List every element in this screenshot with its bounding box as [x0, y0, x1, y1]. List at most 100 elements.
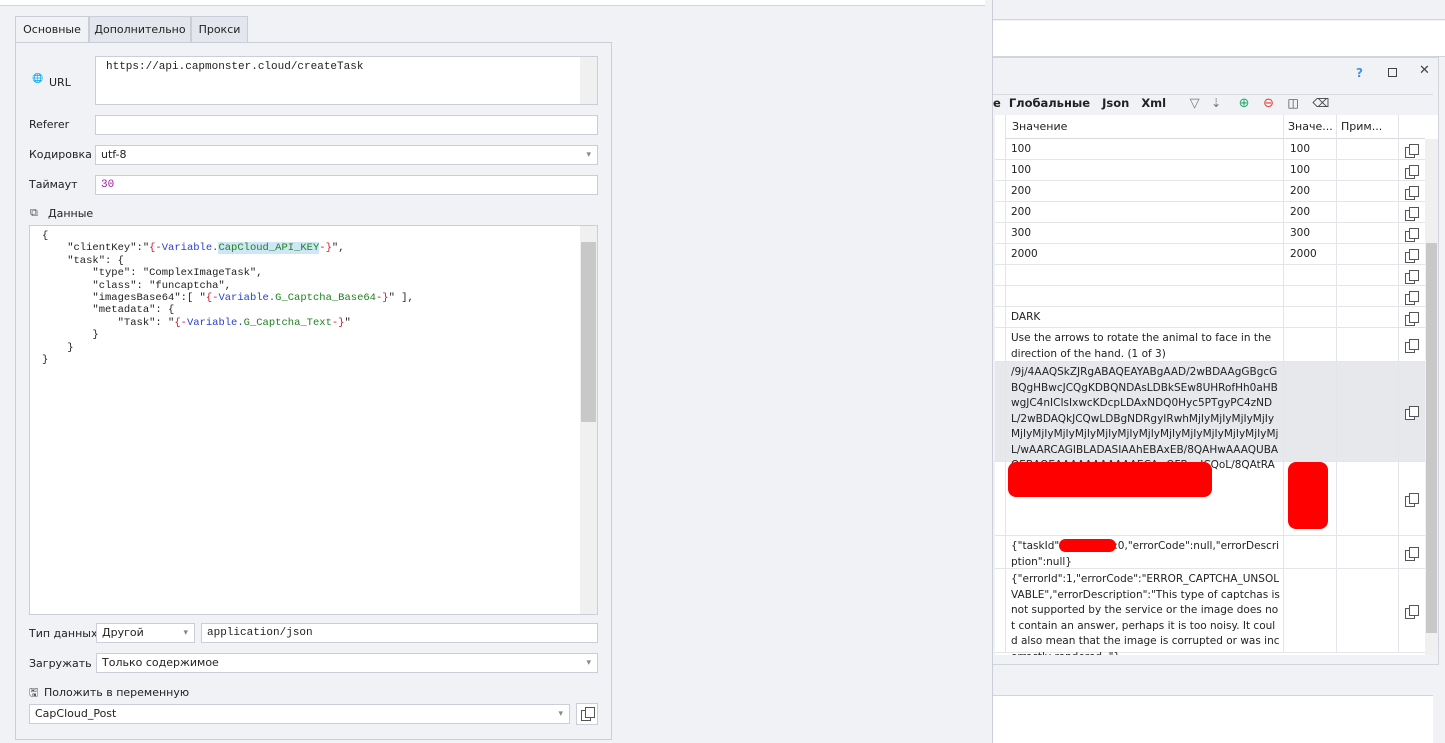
cell-value2[interactable]: 200 — [1290, 205, 1310, 221]
copy-icon — [1405, 605, 1419, 619]
copy-icon — [1405, 206, 1419, 221]
referer-input[interactable] — [95, 115, 598, 135]
close-button[interactable]: ✕ — [1419, 63, 1430, 78]
data-label: Данные — [48, 207, 94, 220]
cell-value[interactable]: DARK — [1011, 310, 1281, 326]
grid-line — [1398, 202, 1399, 222]
table-row[interactable] — [995, 462, 1425, 536]
cell-value[interactable]: 100 — [1011, 142, 1281, 158]
column-value[interactable]: Значение — [1005, 115, 1283, 139]
add-icon[interactable]: ⊕ — [1239, 96, 1250, 111]
copy-row-button[interactable] — [1405, 269, 1419, 284]
column-note[interactable]: Прим... — [1336, 115, 1398, 139]
tab-global[interactable]: Глобальные — [1009, 96, 1090, 110]
cell-value[interactable]: 2000 — [1011, 247, 1281, 263]
tab-main[interactable]: Основные — [15, 16, 89, 43]
copy-icon — [1405, 406, 1419, 420]
grid-scroll-thumb[interactable] — [1426, 243, 1437, 633]
tab-json[interactable]: Json — [1102, 96, 1129, 110]
columns-icon[interactable]: ◫ — [1287, 96, 1298, 110]
remove-icon[interactable]: ⊖ — [1263, 96, 1274, 111]
grid-line — [1005, 307, 1006, 327]
table-row[interactable]: {"taskId": ,"errorId":0,"errorCode":null… — [995, 536, 1425, 569]
copy-row-button[interactable] — [1405, 164, 1419, 179]
cell-value[interactable]: Use the arrows to rotate the animal to f… — [1011, 331, 1281, 362]
cell-value2[interactable]: 2000 — [1290, 247, 1317, 263]
eraser-icon[interactable]: ⌫ — [1312, 96, 1329, 110]
grid-line — [1336, 181, 1337, 201]
code-scrollbar[interactable] — [580, 226, 597, 614]
table-row[interactable]: 200 200 — [995, 202, 1425, 223]
code-token: } — [42, 329, 99, 342]
table-row[interactable]: 100 100 — [995, 139, 1425, 160]
cell-value[interactable]: 200 — [1011, 184, 1281, 200]
table-row[interactable]: 2000 2000 — [995, 244, 1425, 265]
tab-proxy[interactable]: Прокси — [191, 16, 248, 42]
cell-value[interactable]: {"errorId":1,"errorCode":"ERROR_CAPTCHA_… — [1011, 572, 1281, 655]
copy-row-button[interactable] — [1405, 339, 1419, 353]
request-body-editor[interactable]: { "clientKey":"{-Variable.CapCloud_API_K… — [29, 225, 598, 615]
grid-line — [1336, 202, 1337, 222]
copy-row-button[interactable] — [1405, 605, 1419, 619]
copy-row-button[interactable] — [1405, 406, 1419, 420]
table-row[interactable]: {"errorId":1,"errorCode":"ERROR_CAPTCHA_… — [995, 569, 1425, 655]
help-button[interactable]: ? — [1356, 66, 1363, 80]
copy-icon — [1405, 311, 1419, 326]
table-row[interactable]: 200 200 — [995, 181, 1425, 202]
code-scroll-thumb[interactable] — [581, 242, 596, 422]
table-row[interactable]: 300 300 — [995, 223, 1425, 244]
column-value2[interactable]: Значе... — [1283, 115, 1336, 139]
tab-xml[interactable]: Xml — [1141, 96, 1166, 110]
copy-row-button[interactable] — [1405, 206, 1419, 221]
datatype-select[interactable]: Другой — [96, 623, 195, 643]
copy-row-button[interactable] — [1405, 290, 1419, 305]
copy-row-button[interactable] — [1405, 143, 1419, 158]
load-select[interactable]: Только содержимое — [96, 653, 598, 673]
table-row[interactable] — [995, 265, 1425, 286]
save-variable-select[interactable]: CapCloud_Post — [29, 704, 570, 724]
table-row[interactable] — [995, 286, 1425, 307]
cell-value2[interactable]: 100 — [1290, 163, 1310, 179]
tab-additional[interactable]: Дополнительно — [89, 16, 191, 42]
filter-icon[interactable]: ▽ — [1190, 96, 1200, 111]
cell-value[interactable]: 300 — [1011, 226, 1281, 242]
content-type-input[interactable]: application/json — [201, 623, 598, 643]
table-row[interactable]: 100 100 — [995, 160, 1425, 181]
code-token: G_Captcha_Base64 — [275, 292, 376, 305]
clear-sort-icon[interactable]: ⇣ — [1211, 96, 1221, 110]
save-icon: 🖫 — [29, 686, 39, 699]
grid-line — [1336, 139, 1337, 159]
copy-icon — [1405, 290, 1419, 305]
cell-value2[interactable]: 300 — [1290, 226, 1310, 242]
grid-line — [1283, 223, 1284, 243]
copy-variable-button[interactable] — [576, 703, 598, 725]
table-row[interactable]: DARK — [995, 307, 1425, 328]
copy-row-button[interactable] — [1405, 493, 1419, 507]
cell-value[interactable]: 200 — [1011, 205, 1281, 221]
tab-partial[interactable]: е — [993, 96, 1001, 110]
url-scrollbar[interactable] — [580, 57, 597, 104]
url-input[interactable]: https://api.capmonster.cloud/createTask — [95, 56, 598, 105]
table-row[interactable]: Use the arrows to rotate the animal to f… — [995, 328, 1425, 362]
copy-icon — [1405, 227, 1419, 242]
cell-value[interactable]: {"taskId": ,"errorId":0,"errorCode":null… — [1011, 539, 1281, 570]
copy-row-button[interactable] — [1405, 311, 1419, 326]
code-token: " ], — [388, 292, 414, 305]
cell-value2[interactable]: 200 — [1290, 184, 1310, 200]
timeout-input[interactable]: 30 — [95, 175, 598, 195]
grid-scrollbar[interactable] — [1425, 139, 1438, 655]
cell-value[interactable]: 100 — [1011, 163, 1281, 179]
copy-row-button[interactable] — [1405, 546, 1419, 561]
grid-line — [1283, 202, 1284, 222]
grid-line — [1336, 244, 1337, 264]
copy-row-button[interactable] — [1405, 227, 1419, 242]
encoding-select[interactable]: utf-8 — [95, 145, 598, 165]
cell-value2[interactable]: 100 — [1290, 142, 1310, 158]
copy-row-button[interactable] — [1405, 248, 1419, 263]
table-row[interactable]: /9j/4AAQSkZJRgABAQEAYABgAAD/2wBDAAgGBgcG… — [995, 362, 1425, 487]
grid-line — [1336, 569, 1337, 652]
grid-line — [1398, 181, 1399, 201]
maximize-button[interactable] — [1388, 68, 1397, 77]
code-token: } — [42, 341, 74, 354]
copy-row-button[interactable] — [1405, 185, 1419, 200]
